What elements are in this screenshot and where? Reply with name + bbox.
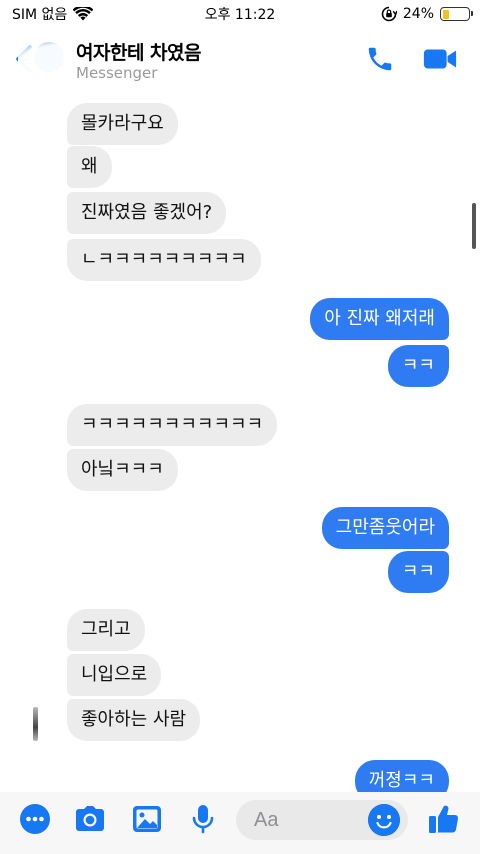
message-bubble-outgoing[interactable]: 꺼졍ㅋㅋ (354, 760, 449, 792)
message-bubble-incoming[interactable]: 니입으로 (67, 654, 162, 696)
gallery-button[interactable] (130, 802, 164, 836)
emoji-button[interactable] (368, 804, 400, 836)
status-bar-right: 24% (381, 6, 473, 22)
camera-icon (76, 806, 104, 831)
message-bubble-incoming[interactable]: ㄴㅋㅋㅋㅋㅋㅋㅋㅋㅋ (67, 239, 261, 281)
video-camera-icon (423, 49, 457, 69)
composer-bar (0, 792, 480, 854)
video-call-button[interactable] (422, 42, 458, 76)
battery-level (442, 9, 449, 19)
conversation-subtitle: Messenger (76, 64, 158, 82)
message-bubble-incoming[interactable]: 왜 (67, 146, 112, 188)
clock: 오후 11:22 (204, 7, 276, 23)
more-dots-icon (20, 804, 50, 834)
message-bubble-incoming[interactable]: 그리고 (67, 609, 145, 651)
status-bar-left: SIM 없음 (12, 4, 94, 24)
wifi-icon (73, 7, 94, 21)
scrollbar[interactable] (472, 203, 476, 249)
message-bubble-outgoing[interactable]: ㅋㅋ (387, 551, 449, 593)
message-bubble-outgoing[interactable]: ㅋㅋ (387, 345, 449, 387)
voice-message-button[interactable] (186, 802, 220, 836)
sender-avatar-mark (33, 707, 38, 741)
message-bubble-outgoing[interactable]: 그만좀웃어라 (321, 507, 449, 549)
conversation-header: 여자한테 차였음 Messenger (0, 28, 480, 116)
message-bubble-incoming[interactable]: 좋아하는 사람 (67, 699, 201, 741)
camera-button[interactable] (73, 802, 107, 836)
battery-icon (440, 7, 473, 21)
image-icon (133, 806, 161, 832)
more-actions-button[interactable] (18, 802, 52, 836)
message-bubble-incoming[interactable]: 아닠ㅋㅋㅋ (67, 449, 178, 491)
message-bubble-incoming[interactable]: 진짜였음 좋겠어? (67, 192, 227, 234)
message-bubble-incoming[interactable]: ㅋㅋㅋㅋㅋㅋㅋㅋㅋㅋㅋ (67, 404, 278, 446)
carrier-label: SIM 없음 (12, 7, 68, 23)
microphone-icon (192, 805, 214, 834)
emoji-icon (368, 804, 400, 836)
message-list[interactable]: 몰카라구요 왜 진짜였음 좋겠어? ㄴㅋㅋㅋㅋㅋㅋㅋㅋㅋ 아 진짜 왜저래 ㅋㅋ… (0, 90, 480, 792)
thumbs-up-icon (429, 805, 459, 833)
battery-percent: 24% (402, 6, 434, 22)
phone-icon (368, 47, 392, 71)
orientation-lock-icon (381, 6, 397, 22)
like-button[interactable] (426, 802, 460, 836)
message-bubble-outgoing[interactable]: 아 진짜 왜저래 (310, 298, 449, 340)
conversation-title[interactable]: 여자한테 차였음 (76, 38, 201, 65)
status-bar: SIM 없음 오후 11:22 24% (0, 0, 480, 28)
message-bubble-incoming[interactable]: 몰카라구요 (67, 103, 178, 145)
voice-call-button[interactable] (362, 42, 398, 76)
